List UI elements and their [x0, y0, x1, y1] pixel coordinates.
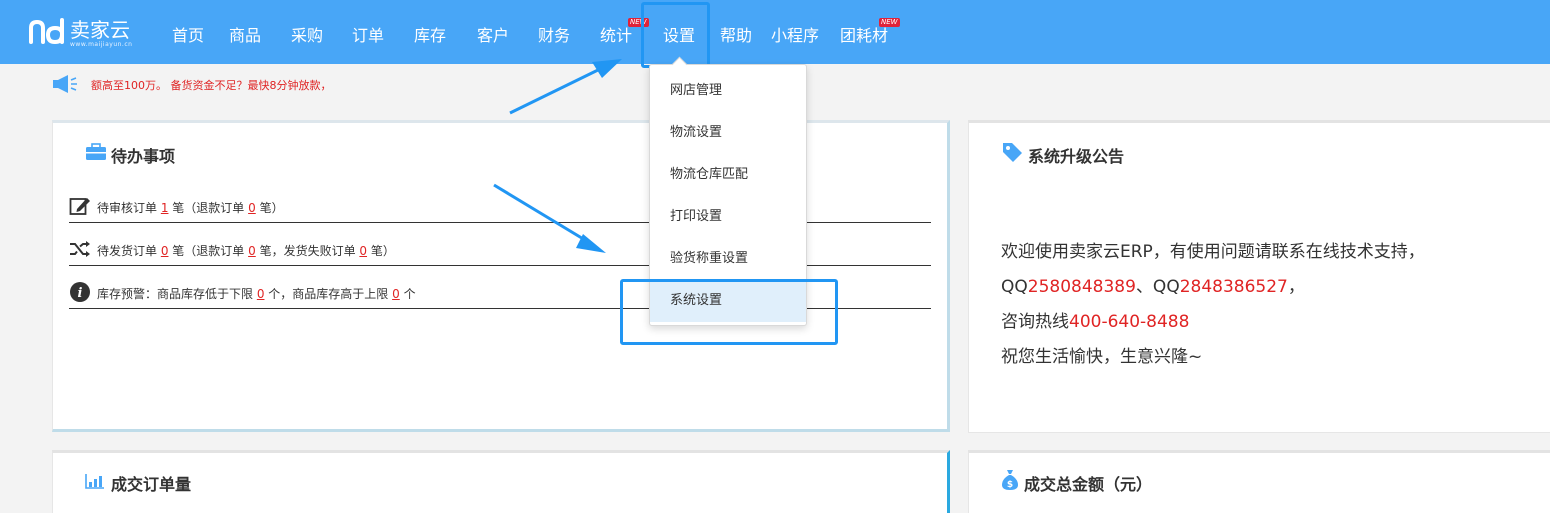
svg-text:i: i [78, 286, 83, 301]
todo-row-text: 笔，发货失败订单 [255, 244, 360, 258]
menu-item-logistics-settings[interactable]: 物流设置 [650, 112, 806, 154]
todo-row-text: 个，商品库存高于上限 [264, 287, 393, 301]
hotline-label: 咨询热线 [1001, 312, 1069, 332]
announcement-text[interactable]: 额高至100万。 备货资金不足？最快8分钟放款， [91, 77, 332, 93]
nav-mini-program[interactable]: 小程序 [771, 22, 819, 46]
shuffle-icon [70, 241, 90, 257]
nav-orders[interactable]: 订单 [352, 22, 384, 46]
nav-purchase[interactable]: 采购 [291, 22, 323, 46]
nav-inventory[interactable]: 库存 [414, 22, 446, 46]
upgrade-notice-card: 系统升级公告 欢迎使用卖家云ERP，有使用问题请联系在线技术支持， QQ2580… [968, 120, 1550, 433]
todo-row-label: 待审核订单 [97, 201, 161, 215]
new-badge-statistics: NEW [628, 18, 649, 27]
bar-chart-icon [85, 474, 104, 489]
notice-closing-line: 祝您生活愉快，生意兴隆~ [1001, 347, 1203, 367]
qq-line-end: ， [1287, 277, 1305, 297]
brand-name: 卖家云 [70, 18, 130, 42]
notice-hotline-line: 咨询热线400-640-8488 [1001, 305, 1425, 340]
info-icon: i [70, 282, 90, 302]
todo-title: 待办事项 [111, 147, 176, 166]
brand-logo[interactable]: 卖家云 www.maijiayun.cn [28, 12, 148, 52]
nav-help[interactable]: 帮助 [720, 22, 752, 46]
nav-settings[interactable]: 设置 [663, 22, 695, 46]
settings-dropdown-menu: 网店管理 物流设置 物流仓库匹配 打印设置 验货称重设置 系统设置 [649, 64, 807, 326]
menu-item-print-settings[interactable]: 打印设置 [650, 196, 806, 238]
notice-title: 系统升级公告 [1028, 147, 1125, 166]
todo-row-text: 笔（退款订单 [168, 244, 249, 258]
briefcase-icon [86, 143, 106, 160]
nav-finance[interactable]: 财务 [538, 22, 570, 46]
hotline-number: 400-640-8488 [1069, 312, 1190, 332]
new-badge-group-supplies: NEW [879, 18, 900, 27]
qq-number-2: 2848386527 [1179, 277, 1288, 297]
qq-label: 、QQ [1135, 277, 1180, 297]
money-bag-icon: $ [1002, 470, 1018, 490]
qq-number-1: 2580848389 [1027, 277, 1136, 297]
menu-item-warehouse-matching[interactable]: 物流仓库匹配 [650, 154, 806, 196]
svg-text:$: $ [1007, 480, 1013, 490]
notice-welcome-line: 欢迎使用卖家云ERP，有使用问题请联系在线技术支持， [1001, 242, 1425, 262]
menu-item-system-settings[interactable]: 系统设置 [650, 280, 806, 322]
todo-row-label: 库存预警：商品库存低于下限 [97, 287, 257, 301]
order-count-title: 成交订单量 [111, 475, 192, 494]
todo-row-text: 笔（退款订单 [168, 201, 249, 215]
notice-body: 欢迎使用卖家云ERP，有使用问题请联系在线技术支持， QQ2580848389、… [1001, 235, 1425, 375]
brand-domain: www.maijiayun.cn [70, 41, 133, 48]
speaker-icon [53, 75, 77, 93]
refund-order-count[interactable]: 0 [248, 244, 256, 258]
nav-products[interactable]: 商品 [229, 22, 261, 46]
total-amount-title: 成交总金额（元） [1024, 475, 1153, 494]
menu-item-weighing-settings[interactable]: 验货称重设置 [650, 238, 806, 280]
todo-row-text: 笔） [255, 201, 284, 215]
shipment-failed-count[interactable]: 0 [359, 244, 367, 258]
nav-home[interactable]: 首页 [172, 22, 204, 46]
refund-order-count[interactable]: 0 [248, 201, 256, 215]
order-count-card: 成交订单量 [52, 450, 950, 513]
nav-customers[interactable]: 客户 [477, 22, 509, 46]
top-navigation-bar: 卖家云 www.maijiayun.cn 首页 商品 采购 订单 库存 客户 财… [0, 0, 1550, 64]
todo-card: 待办事项 待审核订单 1 笔（退款订单 0 笔） 待发货订单 0 笔（退款订单 … [52, 120, 950, 432]
arrow-to-settings [509, 59, 622, 115]
stock-above-max-count[interactable]: 0 [392, 287, 400, 301]
qq-label: QQ [1001, 277, 1028, 297]
edit-icon [69, 198, 90, 215]
menu-item-shop-management[interactable]: 网店管理 [650, 70, 806, 112]
todo-row-text: 个 [399, 287, 416, 301]
logo-mark-icon [29, 18, 64, 45]
total-amount-card: $ 成交总金额（元） [968, 450, 1550, 513]
notice-qq-line: QQ2580848389、QQ2848386527， [1001, 270, 1425, 305]
tag-icon [1003, 143, 1022, 162]
todo-row-label: 待发货订单 [97, 244, 161, 258]
todo-row-text: 笔） [367, 244, 395, 258]
